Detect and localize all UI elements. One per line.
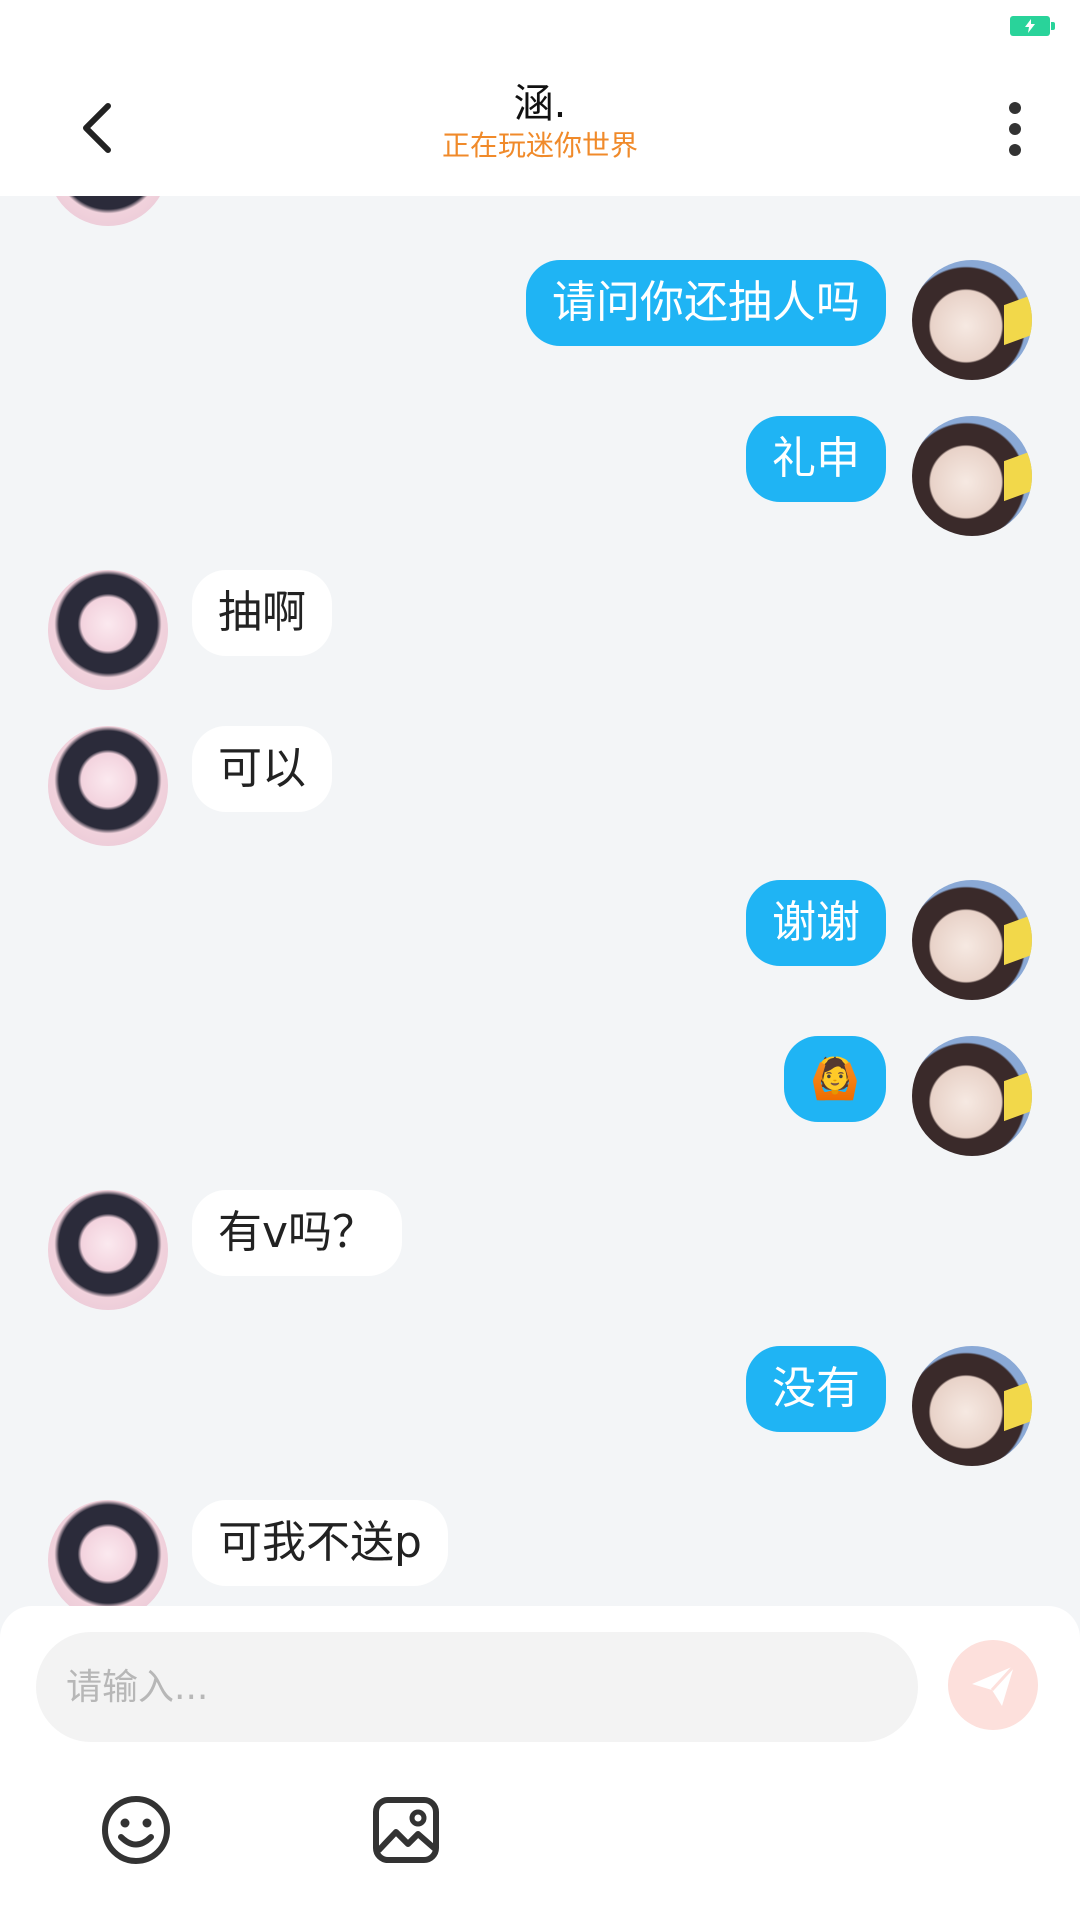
my-avatar[interactable] <box>912 1036 1032 1156</box>
image-icon <box>373 1797 439 1863</box>
contact-avatar[interactable] <box>48 570 168 690</box>
contact-avatar[interactable] <box>48 1500 168 1606</box>
header-title-block: 涵. 正在玩迷你世界 <box>0 80 1080 164</box>
my-avatar[interactable] <box>912 1346 1032 1466</box>
contact-avatar[interactable] <box>48 726 168 846</box>
more-options-button[interactable] <box>990 96 1040 166</box>
chat-title: 涵. <box>513 81 567 127</box>
status-bar <box>0 0 1080 60</box>
chat-status-subtitle: 正在玩迷你世界 <box>441 129 638 162</box>
composer-panel <box>0 1606 1080 1920</box>
my-avatar[interactable] <box>912 880 1032 1000</box>
my-avatar[interactable] <box>912 260 1032 380</box>
contact-avatar[interactable] <box>48 1190 168 1310</box>
sent-message-bubble[interactable]: 没有 <box>746 1346 886 1432</box>
battery-charging-icon <box>1010 16 1055 36</box>
sent-emoji-bubble[interactable]: 🙆 <box>784 1036 886 1122</box>
received-message-bubble[interactable]: 可以 <box>192 726 332 812</box>
sent-message-bubble[interactable]: 谢谢 <box>746 880 886 966</box>
my-avatar[interactable] <box>912 416 1032 536</box>
chat-header: 涵. 正在玩迷你世界 <box>0 60 1080 196</box>
emoji-button[interactable] <box>96 1790 176 1870</box>
message-input[interactable] <box>36 1632 918 1742</box>
received-message-bubble[interactable]: 可我不送p <box>192 1500 448 1586</box>
send-button[interactable] <box>948 1640 1038 1730</box>
received-message-bubble[interactable]: 抽啊 <box>192 570 332 656</box>
received-message-bubble[interactable]: 有v吗？ <box>192 1190 403 1276</box>
sent-message-bubble[interactable]: 礼申 <box>746 416 886 502</box>
sent-message-bubble[interactable]: 请问你还抽人吗 <box>526 260 886 346</box>
image-button[interactable] <box>366 1790 446 1870</box>
paper-plane-icon <box>972 1664 1016 1706</box>
message-list[interactable]: 请问你还抽人吗 礼申 抽啊 可以 谢谢 🙆 有v吗？ 没有 可我不送p <box>0 196 1080 1606</box>
smiley-icon <box>102 1796 170 1864</box>
contact-avatar[interactable] <box>48 196 168 226</box>
more-vertical-icon <box>990 102 1040 156</box>
